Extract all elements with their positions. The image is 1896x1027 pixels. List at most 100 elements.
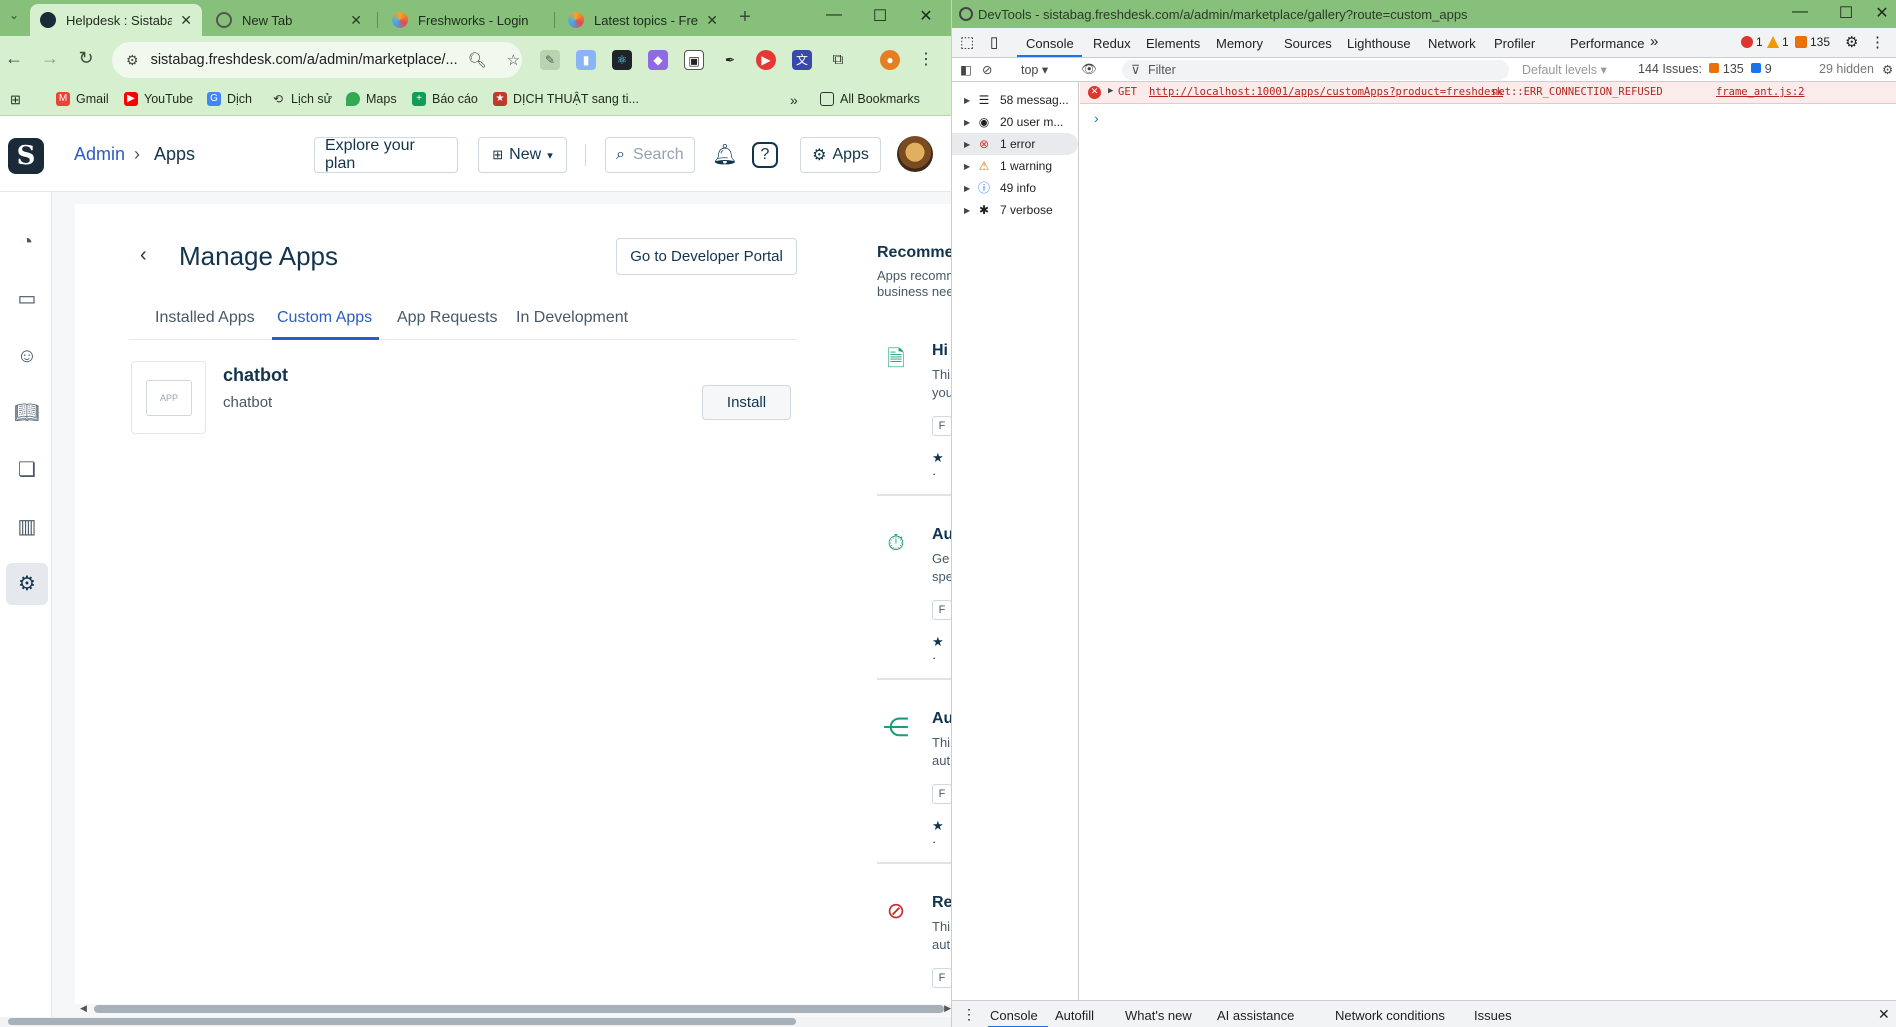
tab-memory[interactable]: Memory (1216, 36, 1263, 51)
close-tab-icon[interactable]: ✕ (180, 12, 192, 29)
apps-button[interactable]: ⚙ Apps (800, 137, 881, 173)
live-expression-eye-icon[interactable]: 👁︎ (1081, 62, 1097, 77)
drawer-tab-autofill[interactable]: Autofill (1055, 1008, 1094, 1023)
more-bookmarks-icon[interactable]: » (790, 92, 798, 108)
console-prompt[interactable]: › (1094, 110, 1099, 126)
page-horizontal-scrollbar[interactable] (0, 1017, 951, 1027)
device-toolbar-icon[interactable]: ▯ (990, 33, 998, 51)
clear-console-icon[interactable]: ⊘ (982, 62, 992, 77)
hidden-count[interactable]: 29 hidden (1819, 62, 1874, 76)
scroll-left-icon[interactable]: ◀ (80, 1003, 87, 1014)
sidebar-toggle-icon[interactable]: ◧ (960, 62, 972, 77)
sidebar-item-errors[interactable]: ▶ ⊗ 1 error (952, 133, 1078, 155)
issues-count-badge[interactable]: 135 (1795, 35, 1830, 49)
rec-app-name[interactable]: Re (932, 894, 951, 912)
bookmark-maps[interactable]: Maps (346, 92, 397, 106)
extension-reader-icon[interactable]: ▮ (576, 50, 596, 70)
tab-profiler[interactable]: Profiler (1494, 36, 1535, 51)
drawer-tab-ai-assistance[interactable]: AI assistance (1217, 1008, 1294, 1023)
reload-icon[interactable]: ↻ (74, 48, 98, 69)
inspect-element-icon[interactable]: ⬚ (960, 33, 974, 51)
new-tab-button[interactable]: + (733, 6, 757, 29)
request-url-link[interactable]: http://localhost:10001/apps/customApps?p… (1149, 86, 1503, 98)
tab-custom-apps[interactable]: Custom Apps (277, 309, 372, 327)
discussions-icon[interactable]: ❏ (6, 449, 48, 491)
dashboard-icon[interactable]: ◔ (6, 221, 48, 263)
console-error-message[interactable]: ✕ ▶ GET http://localhost:10001/apps/cust… (1080, 82, 1896, 104)
scrollbar-thumb[interactable] (94, 1005, 944, 1013)
back-arrow-icon[interactable]: ‹ (140, 244, 147, 267)
maximize-icon[interactable]: ☐ (1828, 3, 1864, 23)
devtools-menu-icon[interactable]: ⋮ (1870, 33, 1885, 51)
more-tabs-icon[interactable]: » (1650, 33, 1658, 50)
scrollbar-thumb[interactable] (8, 1018, 796, 1025)
tab-in-development[interactable]: In Development (516, 309, 628, 327)
site-info-icon[interactable]: ⚙ (126, 52, 139, 69)
rec-app-name[interactable]: Hi (932, 342, 948, 360)
scroll-right-icon[interactable]: ▶ (944, 1003, 951, 1014)
console-settings-gear-icon[interactable]: ⚙ (1882, 62, 1893, 77)
console-filter-input[interactable]: ⊽ Filter (1122, 60, 1509, 80)
help-icon[interactable]: ? (752, 142, 778, 168)
extension-screen-icon[interactable]: ▣ (684, 50, 704, 70)
solutions-book-icon[interactable]: 📖︎ (6, 392, 48, 434)
explore-plan-button[interactable]: Explore your plan (314, 137, 458, 173)
chrome-menu-icon[interactable]: ⋮ (916, 50, 936, 70)
drawer-menu-icon[interactable]: ⋮ (962, 1006, 976, 1023)
expand-arrow-icon[interactable]: ▶ (1108, 86, 1113, 96)
extension-pen-tool-icon[interactable]: ✒ (720, 50, 740, 70)
devtools-settings-gear-icon[interactable]: ⚙ (1845, 33, 1858, 51)
extensions-puzzle-icon[interactable]: ⧉ (828, 50, 848, 70)
extension-record-icon[interactable]: ▶ (756, 50, 776, 70)
contacts-icon[interactable]: ☺ (6, 335, 48, 377)
freshdesk-logo[interactable]: S (8, 138, 44, 174)
rec-app-name[interactable]: Au (932, 710, 951, 728)
bookmark-dich[interactable]: G Dịch (207, 92, 252, 106)
sidebar-item-info[interactable]: ▶ ⓘ 49 info (952, 177, 1078, 199)
back-icon[interactable]: ← (2, 48, 26, 69)
sidebar-item-warnings[interactable]: ▶ ⚠ 1 warning (952, 155, 1078, 177)
new-button[interactable]: ⊞ New ▾ (478, 137, 567, 173)
notifications-bell-icon[interactable]: 🔔︎ (710, 140, 740, 170)
sidebar-item-messages[interactable]: ▶ ☰ 58 messag... (952, 89, 1078, 111)
issues-summary[interactable]: 144 Issues: 135 9 (1638, 62, 1772, 76)
error-count-badge[interactable]: 1 (1741, 35, 1763, 49)
sidebar-item-user-messages[interactable]: ▶ ◉ 20 user m... (952, 111, 1078, 133)
horizontal-scrollbar[interactable]: ◀ ▶ (80, 1000, 951, 1018)
tab-console[interactable]: Console (1026, 36, 1074, 51)
rec-app-name[interactable]: Au (932, 526, 951, 544)
log-levels-dropdown[interactable]: Default levels ▾ (1522, 62, 1607, 77)
bookmark-dich-thuat[interactable]: ★ DỊCH THUẬT sang ti... (493, 92, 639, 106)
zoom-icon[interactable]: 🔍︎ (468, 51, 487, 69)
forward-icon[interactable]: → (38, 48, 62, 69)
tab-helpdesk[interactable]: Helpdesk : Sistabag ✕ (30, 4, 202, 36)
bookmark-star-icon[interactable]: ☆ (507, 51, 520, 69)
minimize-icon[interactable]: — (816, 6, 852, 24)
context-selector[interactable]: top ▾ (1021, 62, 1048, 77)
tab-freshworks-login[interactable]: Freshworks - Login (382, 4, 552, 36)
tickets-icon[interactable]: ▭ (6, 278, 48, 320)
tab-redux[interactable]: Redux (1093, 36, 1131, 51)
tab-elements[interactable]: Elements (1146, 36, 1200, 51)
tab-installed-apps[interactable]: Installed Apps (155, 309, 255, 327)
extension-pen-icon[interactable]: ✎ (540, 50, 560, 70)
tab-performance[interactable]: Performance (1570, 36, 1644, 51)
warning-count-badge[interactable]: 1 (1767, 35, 1789, 49)
address-bar[interactable]: ⚙ sistabag.freshdesk.com/a/admin/marketp… (112, 42, 522, 78)
extension-gem-icon[interactable]: ◆ (648, 50, 668, 70)
close-tab-icon[interactable]: ✕ (706, 12, 718, 29)
tab-new-tab[interactable]: New Tab ✕ (206, 4, 372, 36)
close-tab-icon[interactable]: ✕ (350, 12, 362, 29)
drawer-tab-issues[interactable]: Issues (1474, 1008, 1512, 1023)
react-devtools-icon[interactable]: ⚛ (612, 50, 632, 70)
tab-app-requests[interactable]: App Requests (397, 309, 498, 327)
tab-lighthouse[interactable]: Lighthouse (1347, 36, 1411, 51)
reports-icon[interactable]: ▥ (6, 506, 48, 548)
source-link[interactable]: frame_ant.js:2 (1716, 86, 1805, 98)
tab-search-icon[interactable]: ⌄ (2, 8, 26, 22)
tab-sources[interactable]: Sources (1284, 36, 1332, 51)
tab-network[interactable]: Network (1428, 36, 1476, 51)
bookmark-youtube[interactable]: ▶ YouTube (124, 92, 193, 106)
tab-latest-topics[interactable]: Latest topics - Fresh ✕ (558, 4, 728, 36)
avatar[interactable] (897, 136, 933, 172)
